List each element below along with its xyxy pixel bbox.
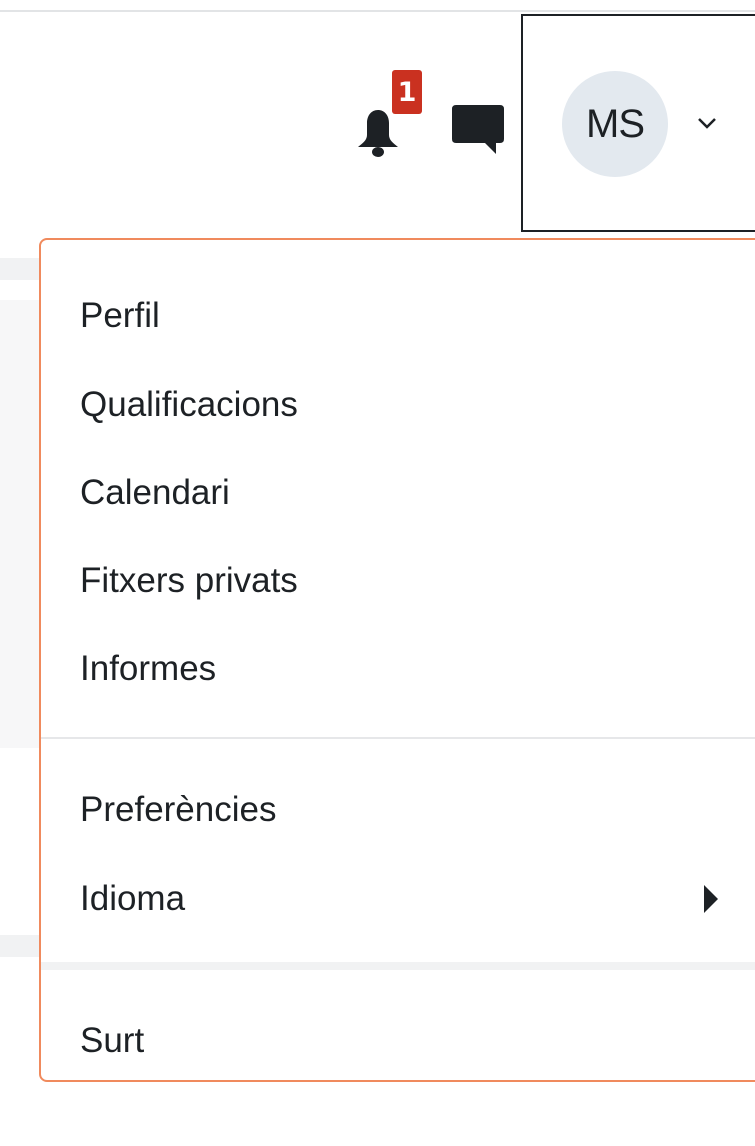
chat-icon: [452, 105, 504, 154]
menu-item-perfil[interactable]: Perfil: [80, 296, 160, 336]
menu-item-calendari[interactable]: Calendari: [80, 473, 230, 513]
menu-divider: [41, 962, 755, 970]
background-page-strip: [0, 300, 40, 748]
background-page-strip: [0, 935, 40, 957]
menu-item-informes[interactable]: Informes: [80, 649, 216, 689]
avatar[interactable]: MS: [562, 71, 668, 177]
menu-item-idioma-label: Idioma: [80, 879, 186, 918]
menu-item-qualificacions[interactable]: Qualificacions: [80, 385, 298, 425]
caret-right-icon: [704, 885, 718, 913]
header-bottom-border: [0, 10, 755, 12]
bell-icon: [358, 110, 398, 157]
notification-count-badge: 1: [392, 70, 422, 114]
menu-item-surt[interactable]: Surt: [80, 1021, 144, 1061]
chevron-down-icon[interactable]: [696, 116, 718, 130]
menu-divider: [41, 737, 755, 739]
menu-item-fitxers-privats[interactable]: Fitxers privats: [80, 561, 298, 601]
menu-item-preferencies[interactable]: Preferències: [80, 790, 276, 830]
background-page-strip: [0, 258, 40, 280]
